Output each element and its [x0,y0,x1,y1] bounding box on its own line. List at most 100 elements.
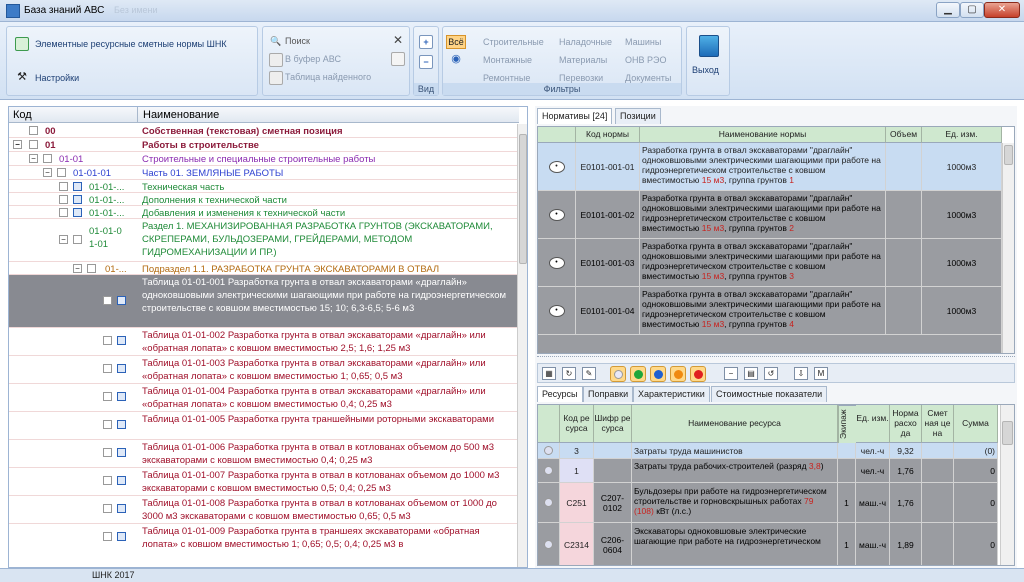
res-row-icon[interactable] [538,483,560,523]
norm-row-unit[interactable]: 1000м3 [922,143,1002,191]
collapse-toggle[interactable]: − [29,154,38,163]
row-checkbox[interactable] [59,208,68,217]
tab-positions[interactable]: Позиции [615,108,661,124]
filter-transport[interactable]: Перевозки [559,73,603,83]
norm-row-name[interactable]: Разработка грунта в отвал экскаваторами … [640,191,886,239]
row-checkbox[interactable] [103,392,112,401]
norm-row-code[interactable]: E0101-001-02 [576,191,640,239]
res-row-code[interactable]: 1 [560,459,594,483]
found-table-button[interactable]: Таблица найденного [285,72,371,82]
tab-characteristics[interactable]: Характеристики [633,386,710,402]
tree-row[interactable]: − 01-01-01 Часть 01. ЗЕМЛЯНЫЕ РАБОТЫ [9,166,519,180]
tab-cost-indicators[interactable]: Стоимостные показатели [711,386,828,402]
row-checkbox[interactable] [103,296,112,305]
norms-button[interactable]: Элементные ресурсные сметные нормы ШНК [35,39,227,49]
minus-icon[interactable]: − [724,367,738,380]
res-row-name[interactable]: Бульдозеры при работе на гидроэнергетиче… [632,483,838,523]
collapse-icon[interactable]: − [419,55,433,69]
res-row-norm[interactable]: 9,32 [890,443,922,459]
m-icon[interactable]: M [814,367,828,380]
res-row-norm[interactable]: 1,76 [890,459,922,483]
res-row-norm[interactable]: 1,76 [890,483,922,523]
norm-row-unit[interactable]: 1000м3 [922,191,1002,239]
tree-row[interactable]: Таблица 01-01-006 Разработка грунта в от… [9,440,519,468]
res-row-code[interactable]: С2314 [560,523,594,565]
tree-row[interactable]: − 01-01-0 1-01 Раздел 1. МЕХАНИЗИРОВАННА… [9,219,519,262]
row-checkbox[interactable] [103,336,112,345]
res-row-unit[interactable]: маш.-ч [856,523,890,565]
exit-button[interactable]: Выход [692,65,719,75]
filter-commissioning[interactable]: Наладочные [559,37,612,47]
tree-row[interactable]: Таблица 01-01-008 Разработка грунта в от… [9,496,519,524]
res-row-icon[interactable] [538,443,560,459]
refresh-icon[interactable]: ↻ [562,367,576,380]
res-row-name[interactable]: Затраты труда машинистов [632,443,838,459]
tab-norms[interactable]: Нормативы [24] [537,108,613,124]
norm-row-icon[interactable]: • [538,239,576,287]
res-row-sum[interactable]: 0 [954,523,998,565]
maximize-button[interactable]: ▢ [960,2,984,18]
tree-row[interactable]: Таблица 01-01-003 Разработка грунта в от… [9,356,519,384]
collapse-toggle[interactable]: − [73,264,82,273]
collapse-toggle[interactable]: − [43,168,52,177]
minimize-button[interactable]: ▁ [936,2,960,18]
norms-scrollbar[interactable] [1002,143,1014,353]
res-row-unit[interactable]: чел.-ч [856,443,890,459]
filter-machines[interactable]: Машины [625,37,661,47]
res-row-unit[interactable]: чел.-ч [856,459,890,483]
row-checkbox[interactable] [59,195,68,204]
norm-row-partial[interactable] [538,335,1002,353]
res-col-sum[interactable]: Сумма [954,405,998,443]
tree-row[interactable]: Таблица 01-01-005 Разработка грунта тран… [9,412,519,440]
buffer-button[interactable]: В буфер АВС [285,54,341,64]
res-row-name[interactable]: Затраты труда рабочих-строителей (разряд… [632,459,838,483]
res-row-price[interactable] [922,443,954,459]
res-row-crew[interactable]: 1 [838,523,856,565]
filter-construction[interactable]: Строительные [483,37,544,47]
norm-row-icon[interactable]: • [538,287,576,335]
tree-row[interactable]: Таблица 01-01-009 Разработка грунта в тр… [9,524,519,567]
filter-repair[interactable]: Ремонтные [483,73,530,83]
row-checkbox[interactable] [103,364,112,373]
tree-row[interactable]: 00 Собственная (текстовая) сметная позиц… [9,124,519,138]
row-checkbox[interactable] [29,126,38,135]
splitter[interactable] [537,356,1015,360]
filter-white-button[interactable] [610,366,626,382]
collapse-toggle[interactable]: − [59,235,68,244]
scrollbar-thumb[interactable] [519,134,527,264]
filter-red-button[interactable] [690,366,706,382]
eye-icon[interactable]: ◉ [449,53,463,67]
res-row-code[interactable]: С251 [560,483,594,523]
export-icon[interactable]: ⇩ [794,367,808,380]
tree-row[interactable]: 01-01-... Техническая часть [9,180,519,193]
norm-row-volume[interactable] [886,143,922,191]
table-view-icon[interactable]: ▤ [744,367,758,380]
row-checkbox[interactable] [87,264,96,273]
filter-onv-reo[interactable]: ОНВ РЭО [625,55,666,65]
res-col-unit[interactable]: Ед. изм. [856,405,890,443]
row-checkbox[interactable] [57,168,66,177]
res-col-name[interactable]: Наименование ресурса [632,405,838,443]
tree-row[interactable]: 01-01-... Дополнения к технической части [9,193,519,206]
res-col-code[interactable]: Код ре сурса [560,405,594,443]
filter-materials[interactable]: Материалы [559,55,607,65]
name-column-header[interactable]: Наименование [143,109,219,121]
norms-col-volume[interactable]: Объем [886,127,922,143]
tree-row[interactable]: − 01-01 Строительные и специальные строи… [9,152,519,166]
norm-row-unit[interactable]: 1000м3 [922,239,1002,287]
tab-resources[interactable]: Ресурсы [537,386,583,402]
row-checkbox[interactable] [59,182,68,191]
clear-icon[interactable]: ✕ [391,34,405,48]
tree-row[interactable]: − 01 Работы в строительстве [9,138,519,152]
filter-all-button[interactable]: Всё [446,35,466,49]
res-row-code[interactable]: 3 [560,443,594,459]
edit-icon[interactable]: ✎ [582,367,596,380]
res-row-sum[interactable]: 0 [954,459,998,483]
res-row-cipher[interactable] [594,459,632,483]
res-row-price[interactable] [922,483,954,523]
filter-blue-button[interactable] [650,366,666,382]
norm-row-name[interactable]: Разработка грунта в отвал экскаваторами … [640,239,886,287]
row-checkbox[interactable] [73,235,82,244]
search-button[interactable]: Поиск [285,36,310,46]
resources-scrollbar[interactable] [1000,405,1014,565]
